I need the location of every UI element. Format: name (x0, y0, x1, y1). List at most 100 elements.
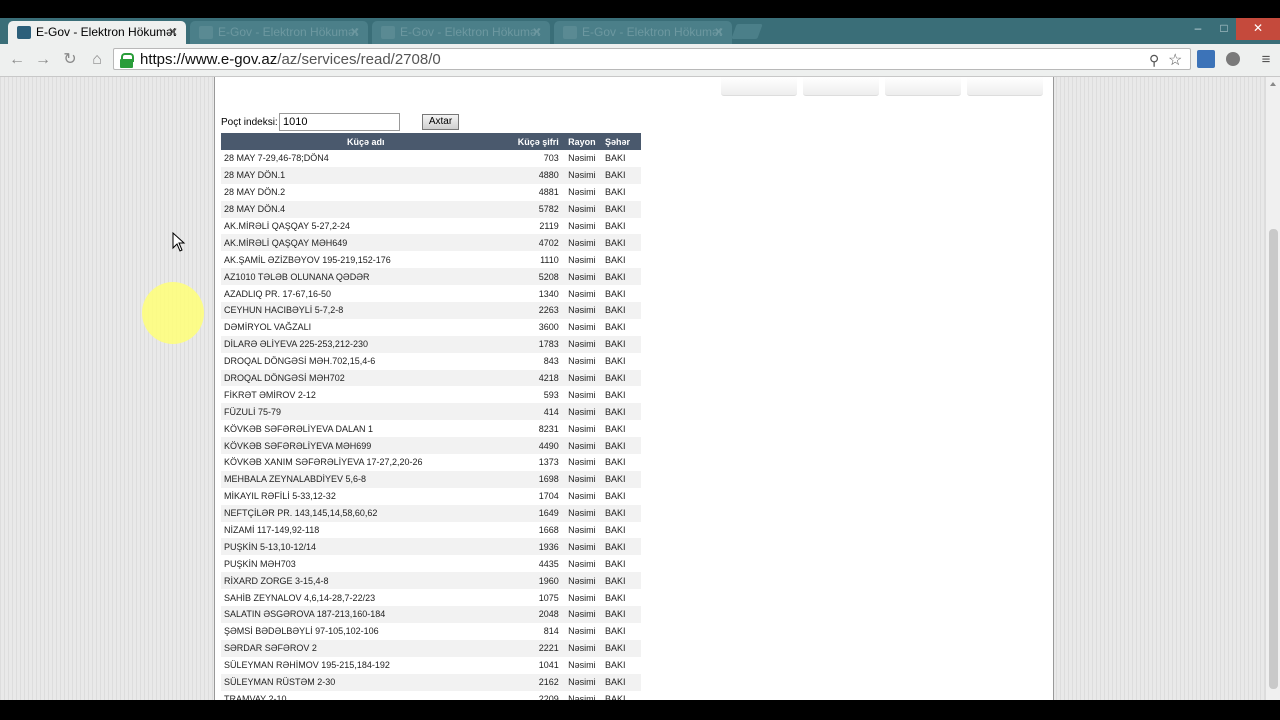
browser-toolbar: ← → ↻ ⌂ https://www.e-gov.az/az/services… (0, 44, 1280, 77)
table-header-row: Küçə adı Küçə şifri Rayon Şəhər (221, 133, 641, 150)
cell-district: Nəsimi (568, 389, 596, 400)
cell-district: Nəsimi (561, 234, 602, 252)
table-row: AK.ŞAMİL ƏZİZBƏYOV 195-219,152-176 1110 Nə… (221, 251, 641, 268)
cell-district: Nəsimi (561, 673, 602, 691)
cell-street-code: 1668 (538, 525, 559, 536)
cell-city: BAKI (604, 254, 626, 265)
forward-icon[interactable]: → (34, 51, 52, 69)
cell-street-name: NEFTÇİLƏR PR. 143,145,14,58,60,62 (221, 504, 511, 522)
table-row: DİLARƏ ƏLİYEVA 225-253,212-230 1783 Nəsimi… (221, 335, 641, 353)
minimize-icon[interactable]: – (1184, 18, 1212, 40)
tab-egov-active[interactable]: E-Gov - Elektron Hökumət ✕ (8, 21, 186, 44)
column-header-street-name[interactable]: Küçə adı (221, 133, 511, 150)
cell-street-name: 28 MAY DÖN.4 (221, 200, 511, 218)
table-row: SƏRDAR SƏFƏROV 2 2221 Nəsimi BAKI (221, 639, 641, 657)
address-bar[interactable]: https://www.e-gov.az/az/services/read/27… (113, 48, 1191, 70)
page-viewport: Poçt indeksi: Axtar Küçə adı Küçə şifri … (0, 77, 1265, 700)
tab-close-icon[interactable]: ✕ (350, 21, 360, 44)
cell-street-name: SAHİB ZEYNALOV 4,6,14-28,7-22/23 (224, 592, 376, 603)
cell-street-name: MİKAYIL RƏFİLİ 5-33,12-32 (224, 491, 336, 502)
table-row: 28 MAY DÖN.1 4880 Nəsimi BAKI (221, 166, 641, 184)
tab-close-icon[interactable]: ✕ (714, 21, 724, 44)
tab-egov-4[interactable]: E-Gov - Elektron Hökumət ✕ (554, 21, 732, 44)
window-close-icon[interactable]: ✕ (1236, 18, 1280, 40)
cell-street-code: 4702 (510, 234, 562, 252)
table-row: KÖVKƏB SƏFƏRƏLİYEVA DALAN 1 8231 Nəsimi BAK… (221, 420, 641, 437)
table-row: SALATIN ƏSGƏROVA 187-213,160-184 2048 Nəsi… (221, 606, 641, 623)
egov-favicon-icon (563, 26, 577, 39)
top-nav-tab[interactable] (967, 77, 1043, 96)
cell-district: Nəsimi (568, 457, 596, 468)
cell-city: BAKI (604, 322, 626, 333)
cell-street-name: DİLARƏ ƏLİYEVA 225-253,212-230 (221, 335, 511, 353)
egov-favicon-icon (381, 26, 395, 39)
scroll-up-arrow-icon[interactable] (1270, 82, 1276, 86)
top-nav-tab[interactable] (885, 77, 961, 96)
cell-city: BAKI (604, 558, 626, 569)
extension-badge-icon[interactable] (1226, 52, 1240, 66)
tab-egov-2[interactable]: E-Gov - Elektron Hökumət ✕ (190, 21, 368, 44)
home-icon[interactable]: ⌂ (88, 51, 106, 69)
search-icon[interactable]: ⚲ (1149, 52, 1159, 69)
cell-city: BAKI (604, 389, 626, 400)
cell-district: Nəsimi (561, 470, 602, 488)
cell-street-name: FİKRƏT ƏMİROV 2-12 (224, 389, 316, 400)
tab-egov-3[interactable]: E-Gov - Elektron Hökumət ✕ (372, 21, 550, 44)
maximize-icon[interactable]: □ (1210, 18, 1238, 40)
cell-city: BAKI (601, 335, 641, 353)
cell-district: Nəsimi (561, 200, 602, 218)
cell-street-name: KÖVKƏB XANIM SƏFƏRƏLİYEVA 17-27,2,20-26 (224, 457, 423, 468)
cursor-highlight (142, 282, 204, 344)
cell-street-name: CEYHUN HACIBƏYLİ 5-7,2-8 (221, 302, 511, 319)
cell-street-name: SALATIN ƏSGƏROVA 187-213,160-184 (221, 606, 511, 623)
cell-district: Nəsimi (568, 423, 596, 434)
cell-street-name: RİXARD ZORGE 3-15,4-8 (221, 572, 511, 590)
cell-city: BAKI (604, 356, 626, 367)
cell-district: Nəsimi (561, 639, 602, 657)
cell-street-code: 4880 (510, 166, 562, 184)
table-row: KÖVKƏB SƏFƏRƏLİYEVA MƏH699 4490 Nəsimi BAKI (221, 437, 641, 455)
cell-street-code: 843 (543, 356, 559, 367)
cell-city: BAKI (601, 369, 641, 387)
extension-icon[interactable] (1197, 50, 1215, 68)
cell-district: Nəsimi (568, 221, 596, 231)
cell-district: Nəsimi (568, 322, 596, 333)
cell-city: BAKI (604, 221, 626, 231)
postal-code-input[interactable] (279, 113, 400, 131)
new-tab-button[interactable] (731, 24, 763, 39)
cell-district: Nəsimi (561, 572, 602, 590)
cell-district: Nəsimi (568, 288, 596, 299)
cell-street-code: 2119 (539, 221, 559, 231)
table-row: FİKRƏT ƏMİROV 2-12 593 Nəsimi BAKI (221, 386, 641, 403)
cell-street-name: KÖVKƏB SƏFƏRƏLİYEVA DALAN 1 (224, 423, 373, 434)
tab-close-icon[interactable]: ✕ (168, 21, 178, 44)
cell-street-code: 703 (543, 153, 559, 164)
cell-street-name: PUŞKİN MƏH703 (224, 558, 296, 569)
cell-district: Nəsimi (568, 187, 596, 198)
screen-top-border (0, 0, 1280, 18)
cell-street-name: DƏMİRYOL VAĞZALI (224, 322, 312, 333)
star-icon[interactable]: ☆ (1168, 50, 1182, 70)
menu-icon[interactable]: ≡ (1257, 51, 1275, 69)
cell-street-code: 1704 (538, 491, 559, 502)
cell-street-name: TRAMVAY 2-10 (224, 693, 287, 700)
tab-close-icon[interactable]: ✕ (532, 21, 542, 44)
cell-city: BAKI (601, 200, 641, 218)
page-content: Poçt indeksi: Axtar Küçə adı Küçə şifri … (214, 77, 1054, 700)
cell-district: Nəsimi (568, 491, 596, 502)
top-nav-tab[interactable] (721, 77, 797, 96)
column-header-city[interactable]: Şəhər (601, 133, 641, 150)
cell-street-name: 28 MAY 7-29,46-78;DÖN4 (224, 153, 329, 164)
search-button[interactable]: Axtar (422, 114, 459, 130)
column-header-street-code[interactable]: Küçə şifri (510, 133, 562, 150)
cell-street-code: 1041 (538, 660, 559, 671)
scrollbar-thumb[interactable] (1269, 229, 1278, 689)
cell-city: BAKI (604, 660, 626, 671)
cell-street-code: 2263 (510, 302, 562, 319)
top-nav-tab[interactable] (803, 77, 879, 96)
back-icon[interactable]: ← (8, 51, 26, 69)
column-header-district[interactable]: Rayon (561, 133, 602, 150)
reload-icon[interactable]: ↻ (61, 51, 79, 69)
url-host: https://www.e-gov.az (140, 51, 278, 68)
vertical-scrollbar[interactable] (1265, 77, 1280, 700)
